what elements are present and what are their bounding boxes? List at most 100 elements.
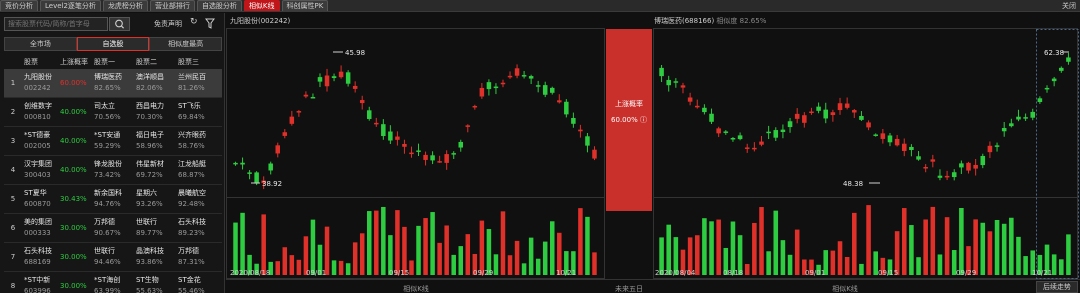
left-volume-bar bbox=[345, 263, 351, 275]
left-volume-bar bbox=[437, 242, 442, 275]
help-icon[interactable]: ⓘ bbox=[640, 116, 647, 124]
right-candle bbox=[780, 129, 786, 133]
stock-table: 股票 上涨概率 股票一 股票二 股票三 1 九阳股份 002242 60.00% 博瑞医… bbox=[4, 55, 222, 293]
similar-name: 晶澳科技 bbox=[136, 247, 164, 255]
similar-kline-panel: 45.98 38.92 62.38 48.38 九阳股份(002242) 博瑞医药(6… bbox=[226, 13, 1080, 293]
right-volume-bar bbox=[744, 263, 750, 275]
similar-name: 伟星新材 bbox=[136, 160, 164, 168]
right-candle bbox=[766, 131, 771, 134]
stock-name: 九阳股份 bbox=[24, 73, 52, 81]
right-candle bbox=[809, 111, 814, 114]
left-volume-bar bbox=[578, 208, 583, 275]
table-row[interactable]: 3 *ST德豪 002005 40.00% *ST安通 59.29% 福日电子 58.96% 兴… bbox=[4, 127, 222, 156]
similar-value: 63.99% bbox=[94, 287, 121, 293]
left-volume-bar bbox=[374, 210, 379, 275]
similar-value: 59.29% bbox=[94, 142, 121, 150]
similar-stock-two: ST生物 55.63% bbox=[136, 272, 178, 293]
table-row[interactable]: 1 九阳股份 002242 60.00% 博瑞医药 82.65% 澳洋顺昌 82.06% 兰州民… bbox=[4, 69, 222, 98]
right-candle bbox=[666, 79, 671, 86]
left-candle bbox=[275, 145, 281, 154]
stock-cell: 九阳股份 002242 bbox=[22, 69, 60, 97]
after-trend-button[interactable]: 后续走势 bbox=[1036, 281, 1078, 293]
left-volume-bar bbox=[282, 247, 288, 275]
header-stock-three[interactable]: 股票三 bbox=[178, 55, 222, 69]
right-candle bbox=[830, 112, 836, 116]
header-stock-two[interactable]: 股票二 bbox=[136, 55, 178, 69]
search-button[interactable] bbox=[109, 17, 130, 31]
similarity-value: 82.65% bbox=[739, 17, 767, 25]
left-candle bbox=[331, 76, 337, 79]
right-volume-bar bbox=[766, 251, 771, 275]
header-stock-one[interactable]: 股票一 bbox=[94, 55, 136, 69]
left-volume-bar bbox=[465, 234, 471, 275]
left-candle bbox=[247, 172, 252, 174]
right-volume-bar bbox=[773, 210, 779, 275]
similar-stock-one: 司太立 70.56% bbox=[94, 98, 136, 126]
similar-name: 西昌电力 bbox=[136, 102, 164, 110]
left-volume-bar bbox=[521, 263, 527, 275]
table-row[interactable]: 7 石头科技 688169 30.00% 世联行 94.46% 晶澳科技 93.86% 万邦德 8… bbox=[4, 243, 222, 272]
right-high-price: 62.38 bbox=[1044, 49, 1064, 57]
tab-dragon-tiger[interactable]: 龙虎榜分析 bbox=[102, 0, 148, 11]
left-volume-bar bbox=[289, 255, 295, 275]
up-probability-value: 60.00% ⓘ bbox=[606, 115, 652, 125]
left-candle bbox=[402, 143, 407, 147]
right-candle bbox=[709, 113, 714, 122]
similar-stock-three: 兴齐眼药 58.76% bbox=[178, 127, 222, 155]
tab-auction[interactable]: 竞价分析 bbox=[0, 0, 38, 11]
left-candle bbox=[366, 110, 372, 119]
left-candle bbox=[472, 105, 478, 108]
right-candle bbox=[1051, 78, 1057, 82]
row-index: 4 bbox=[10, 166, 16, 174]
right-volume-bar bbox=[866, 205, 871, 275]
left-high-price: 45.98 bbox=[345, 49, 365, 57]
segment-highest-similarity[interactable]: 相似度最高 bbox=[149, 37, 223, 51]
similar-name: 锋龙股份 bbox=[94, 160, 122, 168]
stock-cell: *ST德豪 002005 bbox=[22, 127, 60, 155]
tab-similar-kline[interactable]: 相似K线 bbox=[243, 0, 280, 11]
table-row[interactable]: 6 美的集团 000333 30.00% 万邦德 90.67% 世联行 89.77% 石头科技 8… bbox=[4, 214, 222, 243]
tab-level2[interactable]: Level2逐笔分析 bbox=[40, 0, 101, 11]
right-volume-bar bbox=[794, 229, 800, 275]
header-stock[interactable]: 股票 bbox=[22, 55, 60, 69]
right-volume-bar bbox=[944, 217, 950, 275]
table-row[interactable]: 4 汉宇集团 300403 40.00% 锋龙股份 73.42% 伟星新材 69.72% 江龙船… bbox=[4, 156, 222, 185]
left-low-price: 38.92 bbox=[262, 180, 282, 188]
left-candle bbox=[388, 131, 393, 141]
disclaimer-link[interactable]: 免责声明 bbox=[154, 19, 182, 29]
left-volume-bar bbox=[409, 260, 414, 275]
left-candle bbox=[409, 152, 414, 155]
header-up-probability[interactable]: 上涨概率 bbox=[60, 55, 94, 69]
close-button[interactable]: 关闭 bbox=[1062, 1, 1076, 11]
segment-watchlist[interactable]: 自选股 bbox=[76, 37, 150, 51]
table-row[interactable]: 2 创维数字 000810 40.00% 司太立 70.56% 西昌电力 70.30% ST飞乐… bbox=[4, 98, 222, 127]
right-candle bbox=[980, 155, 986, 166]
table-row[interactable]: 5 ST夏华 600870 30.43% 新余国科 94.76% 星期六 93.26% 晨曦航空… bbox=[4, 185, 222, 214]
stock-name: 石头科技 bbox=[24, 247, 52, 255]
similar-name: *ST海创 bbox=[94, 276, 121, 284]
stock-list-panel: 免责声明 ↻ 全市场 自选股 相似度最高 股票 上涨概率 股票一 股票二 股票三… bbox=[0, 13, 225, 293]
left-volume-bar bbox=[310, 219, 316, 275]
tab-brokerage-rank[interactable]: 营业部排行 bbox=[149, 0, 195, 11]
tab-watchlist-analysis[interactable]: 自选股分析 bbox=[196, 0, 242, 11]
left-volume-bar bbox=[528, 237, 534, 275]
right-x-label: 10/21 bbox=[1032, 269, 1053, 277]
similar-value: 55.63% bbox=[136, 287, 163, 293]
right-candle bbox=[680, 85, 686, 88]
similar-value: 73.42% bbox=[94, 171, 121, 179]
left-chart-frame bbox=[226, 28, 605, 279]
similar-name: 万邦德 bbox=[94, 218, 115, 226]
similar-name: 世联行 bbox=[136, 218, 157, 226]
similar-name: 万邦德 bbox=[178, 247, 199, 255]
right-candle bbox=[1066, 57, 1071, 62]
segment-all-market[interactable]: 全市场 bbox=[4, 37, 77, 51]
similar-stock-one: 博瑞医药 82.65% bbox=[94, 69, 136, 97]
search-input[interactable] bbox=[4, 17, 108, 31]
table-row[interactable]: 8 *ST中新 603996 30.00% *ST海创 63.99% ST生物 55.63% S… bbox=[4, 272, 222, 293]
tab-star-market-pk[interactable]: 科创属性PK bbox=[281, 0, 329, 11]
left-volume-bar bbox=[366, 211, 372, 275]
filter-icon[interactable] bbox=[205, 18, 215, 29]
stock-cell: 创维数字 000810 bbox=[22, 98, 60, 126]
refresh-icon[interactable]: ↻ bbox=[190, 17, 198, 27]
left-candle bbox=[444, 154, 449, 163]
